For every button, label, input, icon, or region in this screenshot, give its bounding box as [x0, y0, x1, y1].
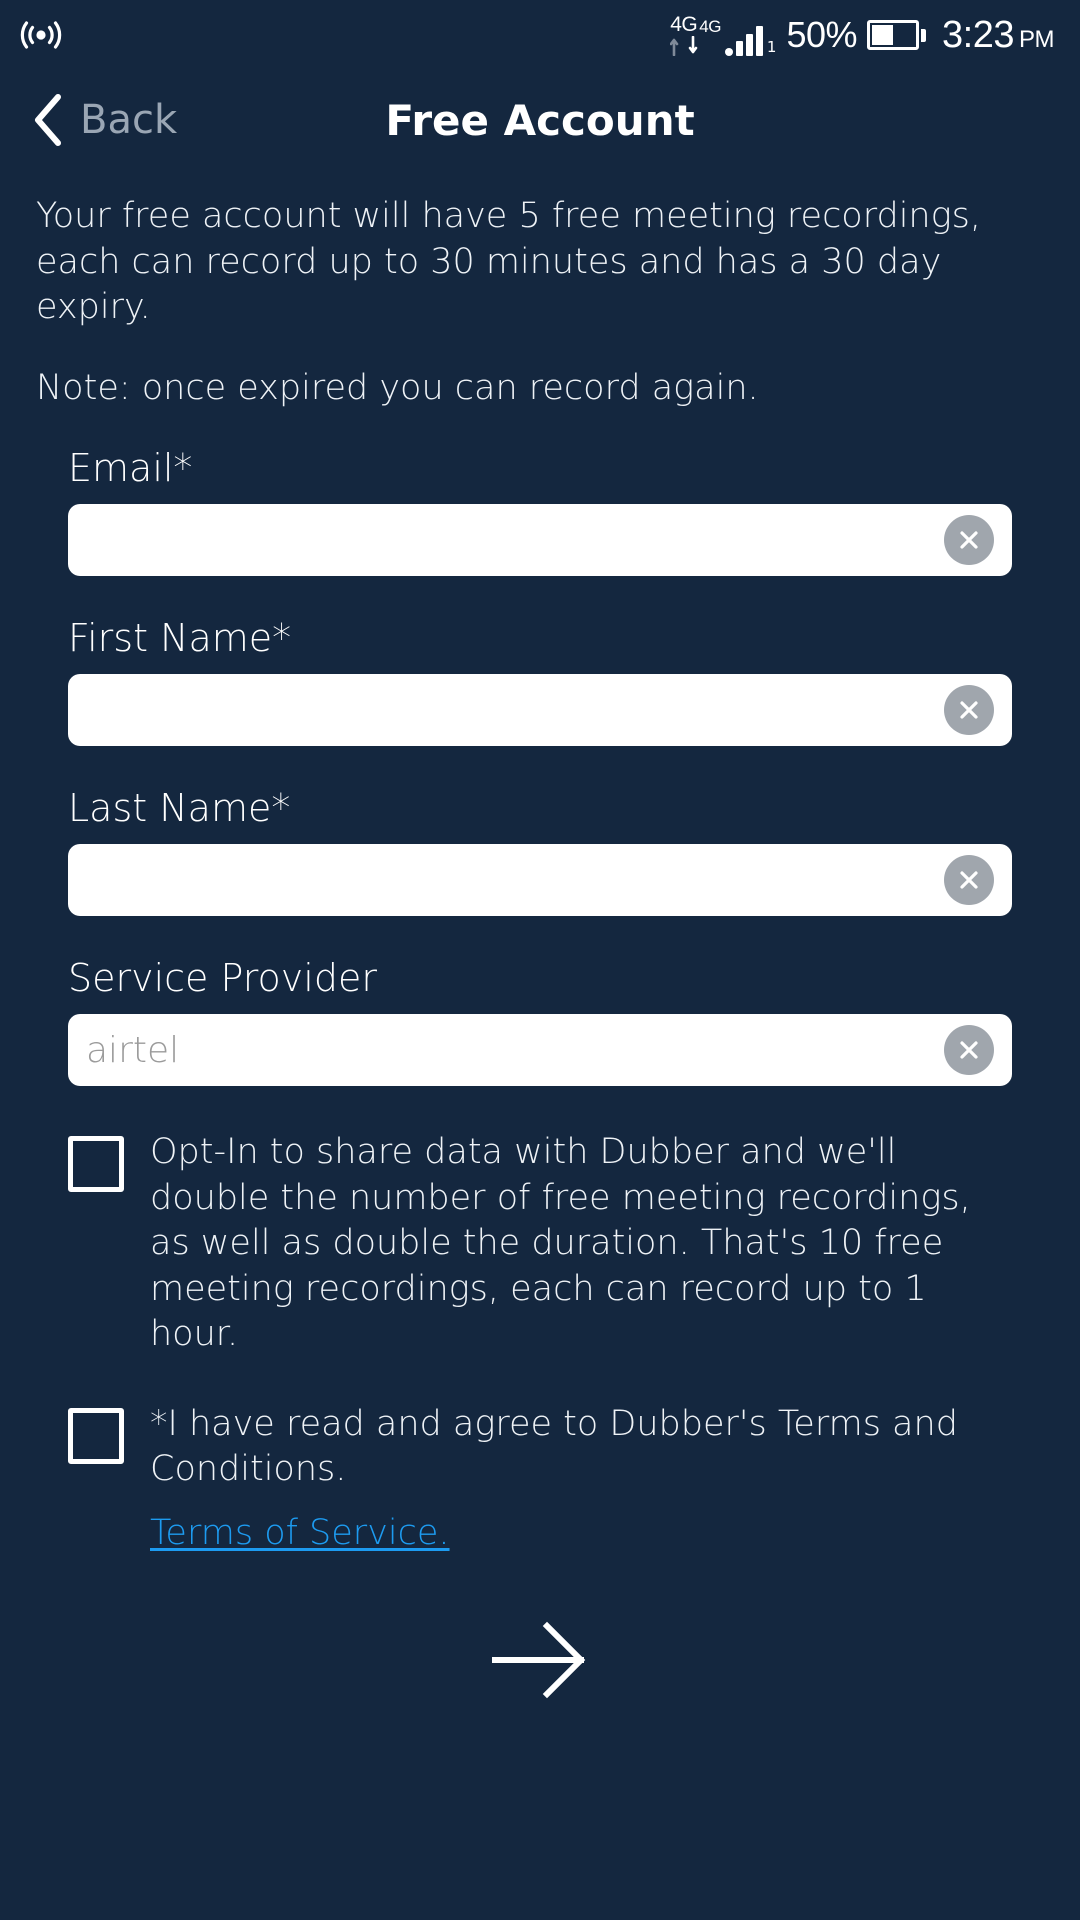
field-label-email: Email* [68, 446, 193, 490]
data-transfer-arrows-icon [670, 36, 701, 56]
page-title: Free Account [385, 95, 695, 145]
field-label-first-name: First Name* [68, 616, 292, 660]
intro-paragraph: Your free account will have 5 free meeti… [36, 196, 981, 327]
field-label-service-provider: Service Provider [68, 956, 377, 1000]
terms-label-wrap: *I have read and agree to Dubber's Terms… [150, 1402, 1012, 1557]
clock-period: PM [1019, 25, 1055, 53]
clock: 3:23 PM [942, 14, 1054, 57]
terms-label: *I have read and agree to Dubber's Terms… [150, 1403, 958, 1490]
status-bar-right: 4G 4G 1 50% 3:23 PM [670, 14, 1055, 57]
signal-sub-label: 1 [766, 38, 777, 56]
close-circle-icon[interactable] [944, 685, 994, 735]
opt-in-row[interactable]: Opt-In to share data with Dubber and we'… [68, 1130, 1012, 1358]
battery-icon [867, 20, 927, 50]
service-provider-input[interactable]: airtel [68, 1014, 1012, 1086]
signal-bars-icon: 1 [724, 26, 777, 56]
service-provider-input-value: airtel [86, 1029, 180, 1071]
next-button-wrap [68, 1618, 1012, 1702]
terms-row[interactable]: *I have read and agree to Dubber's Terms… [68, 1402, 1012, 1557]
field-service-provider: Service Provider airtel [68, 956, 1012, 1086]
first-name-input[interactable] [68, 674, 1012, 746]
email-input[interactable] [68, 504, 1012, 576]
opt-in-checkbox[interactable] [68, 1136, 124, 1192]
battery-cap [921, 28, 927, 42]
field-first-name: First Name* [68, 616, 1012, 746]
terms-checkbox[interactable] [68, 1407, 124, 1464]
close-circle-icon[interactable] [944, 515, 994, 565]
opt-in-label: Opt-In to share data with Dubber and we'… [150, 1132, 971, 1354]
clock-time: 3:23 [942, 13, 1014, 56]
network-label-primary: 4G [670, 13, 698, 36]
close-circle-icon[interactable] [944, 855, 994, 905]
last-name-input[interactable] [68, 844, 1012, 916]
close-circle-icon[interactable] [944, 1025, 994, 1075]
status-bar: 4G 4G 1 50% 3:23 PM [0, 0, 1080, 70]
broadcast-icon [18, 18, 64, 52]
field-email: Email* [68, 446, 1012, 576]
intro-note: Note: once expired you can record again. [36, 367, 759, 408]
main-content: Your free account will have 5 free meeti… [0, 194, 1080, 1702]
network-label-row: 4G 4G [670, 14, 721, 35]
battery-body [867, 20, 920, 50]
network-indicator: 4G 4G 1 [670, 14, 776, 56]
terms-of-service-link[interactable]: Terms of Service. [150, 1511, 450, 1557]
arrow-right-icon[interactable] [485, 1618, 595, 1702]
field-last-name: Last Name* [68, 786, 1012, 916]
nav-bar: Back Free Account [0, 70, 1080, 170]
network-labels: 4G 4G [670, 14, 721, 56]
status-bar-left [18, 18, 64, 52]
network-label-secondary: 4G [699, 17, 721, 36]
battery-percent-label: 50% [786, 14, 858, 55]
field-label-last-name: Last Name* [68, 786, 291, 830]
signup-form: Email* First Name* Last Name* Service Pr… [36, 446, 1044, 1702]
battery-fill [872, 25, 894, 45]
